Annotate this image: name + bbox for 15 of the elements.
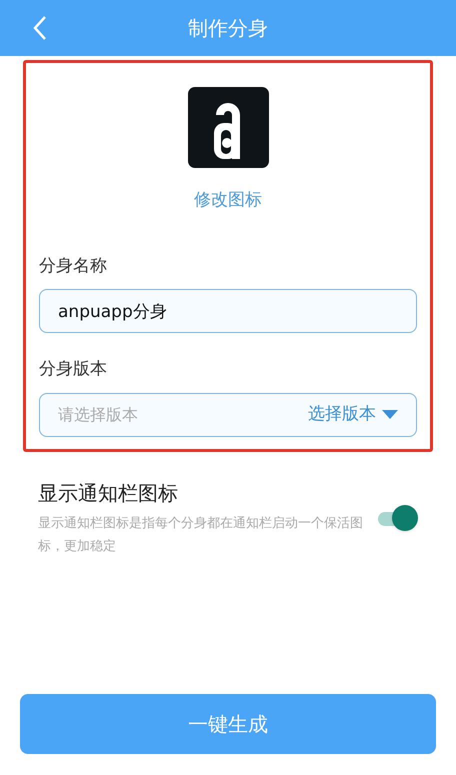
setting-description: 显示通知栏图标是指每个分身都在通知栏启动一个保活图标，更加稳定: [38, 515, 364, 556]
setting-title: 显示通知栏图标: [38, 480, 179, 507]
version-input[interactable]: 请选择版本: [58, 402, 308, 426]
version-select-field[interactable]: 请选择版本 选择版本: [39, 392, 417, 436]
dropdown-caret-icon: [382, 410, 398, 419]
select-version-label: 选择版本: [308, 402, 376, 426]
notification-toggle[interactable]: [376, 503, 418, 533]
back-icon: [33, 15, 47, 41]
generate-button[interactable]: 一键生成: [20, 694, 436, 754]
name-input-field[interactable]: anpuapp分身: [39, 289, 417, 333]
field-label: 分身版本: [39, 358, 108, 381]
field-label: 分身名称: [39, 254, 108, 278]
app-logo-icon: [188, 87, 268, 168]
change-icon-link[interactable]: 修改图标: [194, 188, 262, 214]
header-title: 制作分身: [188, 15, 268, 42]
